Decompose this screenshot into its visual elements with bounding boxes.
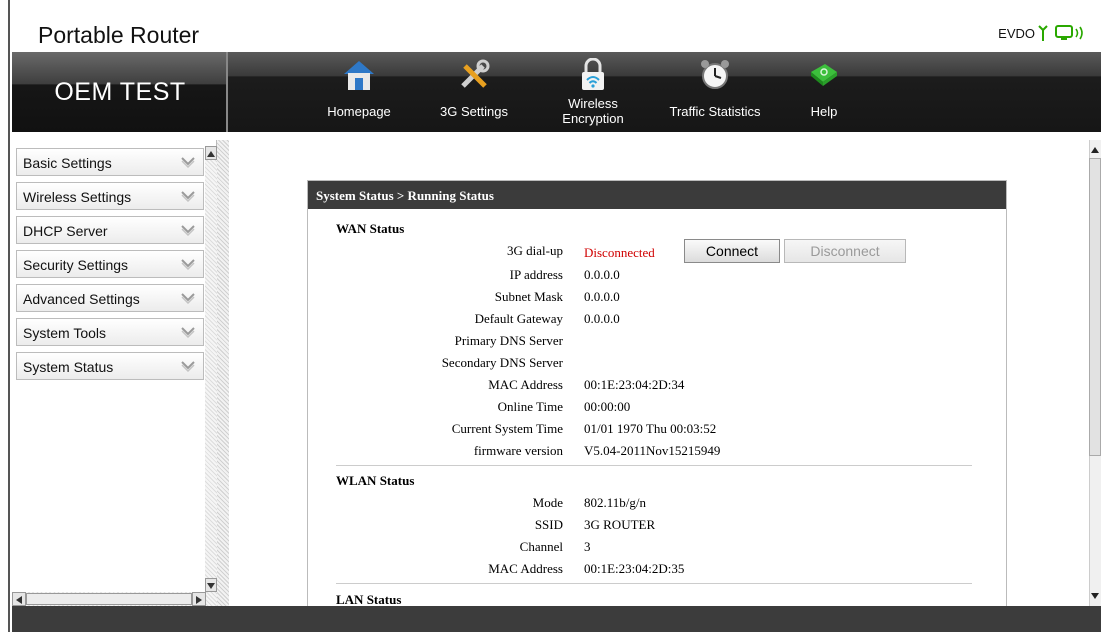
sidebar-scroll-down-button[interactable] bbox=[205, 578, 217, 592]
sidebar-item-system-status[interactable]: System Status bbox=[16, 352, 204, 380]
sidebar-item-dhcp-server[interactable]: DHCP Server bbox=[16, 216, 204, 244]
brand-label: OEM TEST bbox=[54, 78, 186, 106]
frame-splitter[interactable] bbox=[217, 140, 229, 606]
lan-status-title: LAN Status bbox=[336, 592, 402, 606]
arrow-right-icon bbox=[196, 596, 202, 604]
arrow-left-icon bbox=[16, 596, 22, 604]
nav-traffic-statistics-label: Traffic Statistics bbox=[669, 104, 761, 119]
sidebar-item-label: System Tools bbox=[23, 325, 106, 341]
nav-traffic-statistics[interactable]: Traffic Statistics bbox=[652, 52, 778, 132]
wan-row-label: Online Time bbox=[497, 399, 563, 414]
section-divider bbox=[336, 465, 972, 466]
wan-row-label: IP address bbox=[509, 267, 563, 282]
app-title: Portable Router bbox=[38, 22, 200, 48]
chevron-down-icon bbox=[181, 327, 195, 338]
wan-row-value: 00:00:00 bbox=[584, 399, 631, 414]
wlan-row-value: 802.11b/g/n bbox=[584, 495, 646, 510]
signal-antenna-icon bbox=[1038, 25, 1048, 41]
sidebar-item-advanced-settings[interactable]: Advanced Settings bbox=[16, 284, 204, 312]
sidebar-item-wireless-settings[interactable]: Wireless Settings bbox=[16, 182, 204, 210]
wireless-lock-icon bbox=[582, 58, 604, 90]
main-content: System Status > Running Status WAN Statu… bbox=[229, 140, 1089, 606]
sidebar-item-system-tools[interactable]: System Tools bbox=[16, 318, 204, 346]
running-status-panel: System Status > Running Status WAN Statu… bbox=[307, 180, 1007, 606]
sidebar-menu: Basic Settings Wireless Settings DHCP Se… bbox=[12, 140, 217, 606]
sidebar-item-label: Wireless Settings bbox=[23, 189, 132, 205]
wan-row-label: Default Gateway bbox=[474, 311, 563, 326]
nav-wireless-encryption[interactable]: Wireless Encryption bbox=[540, 52, 646, 132]
wlan-row-label: Channel bbox=[519, 539, 563, 554]
wan-row-value: 01/01 1970 Thu 00:03:52 bbox=[584, 421, 717, 436]
chevron-down-icon bbox=[181, 191, 195, 202]
arrow-down-icon bbox=[207, 583, 215, 589]
top-header: Portable Router EVDO bbox=[12, 0, 1101, 52]
help-book-icon bbox=[811, 64, 837, 86]
wan-row-label: firmware version bbox=[473, 443, 563, 458]
wan-row-label: Current System Time bbox=[451, 421, 563, 436]
arrow-up-icon[interactable] bbox=[1090, 144, 1100, 156]
connect-button[interactable]: Connect bbox=[684, 239, 780, 263]
nav-wireless-encryption-label: Wireless Encryption bbox=[562, 96, 624, 126]
connection-status-icon bbox=[1055, 25, 1083, 40]
chevron-down-icon bbox=[181, 361, 195, 372]
dialup-label: 3G dial-up bbox=[507, 243, 563, 258]
home-icon bbox=[344, 61, 374, 90]
nav-3g-settings[interactable]: 3G Settings bbox=[424, 52, 524, 132]
alarm-clock-icon bbox=[701, 60, 729, 89]
sidebar-item-label: DHCP Server bbox=[23, 223, 108, 239]
sidebar-horizontal-scroll-thumb[interactable] bbox=[26, 593, 192, 605]
sidebar-item-security-settings[interactable]: Security Settings bbox=[16, 250, 204, 278]
wan-row-label: Secondary DNS Server bbox=[441, 355, 563, 370]
sidebar-item-basic-settings[interactable]: Basic Settings bbox=[16, 148, 204, 176]
disconnect-button[interactable]: Disconnect bbox=[784, 239, 906, 263]
nav-homepage[interactable]: Homepage bbox=[314, 52, 404, 132]
nav-3g-settings-label: 3G Settings bbox=[440, 104, 508, 119]
wan-row-value: 0.0.0.0 bbox=[584, 267, 620, 282]
wlan-row-label: MAC Address bbox=[488, 561, 563, 576]
arrow-down-icon[interactable] bbox=[1090, 590, 1100, 602]
wlan-row-label: Mode bbox=[532, 495, 563, 510]
nav-help[interactable]: Help bbox=[794, 52, 854, 132]
sidebar-item-label: Advanced Settings bbox=[23, 291, 140, 307]
wan-row-label: Primary DNS Server bbox=[454, 333, 563, 348]
nav-homepage-label: Homepage bbox=[327, 104, 391, 119]
sidebar-scroll-up-button[interactable] bbox=[205, 146, 217, 160]
main-navigation: OEM TEST Homepage 3G Settings Wireless E… bbox=[12, 52, 1101, 132]
sidebar-scroll-left-button[interactable] bbox=[12, 592, 26, 606]
wan-row-value: V5.04-2011Nov15215949 bbox=[584, 443, 721, 458]
sidebar-scroll-right-button[interactable] bbox=[192, 592, 206, 606]
wan-row-value: 0.0.0.0 bbox=[584, 311, 620, 326]
arrow-up-icon bbox=[207, 151, 215, 157]
dialup-status: Disconnected bbox=[584, 245, 655, 260]
sidebar-item-label: Basic Settings bbox=[23, 155, 112, 171]
main-scroll-thumb[interactable] bbox=[1089, 158, 1101, 456]
tools-icon bbox=[461, 59, 490, 88]
wlan-row-value: 3 bbox=[584, 539, 591, 554]
wlan-row-value: 3G ROUTER bbox=[584, 517, 656, 532]
section-divider bbox=[336, 583, 972, 584]
network-type-label: EVDO bbox=[998, 26, 1035, 41]
wan-row-label: Subnet Mask bbox=[494, 289, 563, 304]
chevron-down-icon bbox=[181, 225, 195, 236]
wlan-row-label: SSID bbox=[534, 517, 563, 532]
chevron-down-icon bbox=[181, 293, 195, 304]
nav-help-label: Help bbox=[810, 104, 838, 119]
wlan-row-value: 00:1E:23:04:2D:35 bbox=[584, 561, 685, 576]
chevron-down-icon bbox=[181, 157, 195, 168]
wan-row-label: MAC Address bbox=[488, 377, 563, 392]
wan-status-title: WAN Status bbox=[336, 221, 405, 236]
sidebar-item-label: System Status bbox=[23, 359, 114, 375]
sidebar-item-label: Security Settings bbox=[23, 257, 129, 273]
window-left-edge bbox=[0, 0, 10, 632]
footer-bar bbox=[12, 606, 1101, 632]
wan-row-value: 0.0.0.0 bbox=[584, 289, 620, 304]
chevron-down-icon bbox=[181, 259, 195, 270]
wlan-status-title: WLAN Status bbox=[336, 473, 415, 488]
brand-box: OEM TEST bbox=[12, 52, 228, 132]
panel-header: System Status > Running Status bbox=[308, 181, 1006, 209]
wan-row-value: 00:1E:23:04:2D:34 bbox=[584, 377, 685, 392]
sidebar-vertical-scrollbar[interactable] bbox=[205, 146, 217, 592]
